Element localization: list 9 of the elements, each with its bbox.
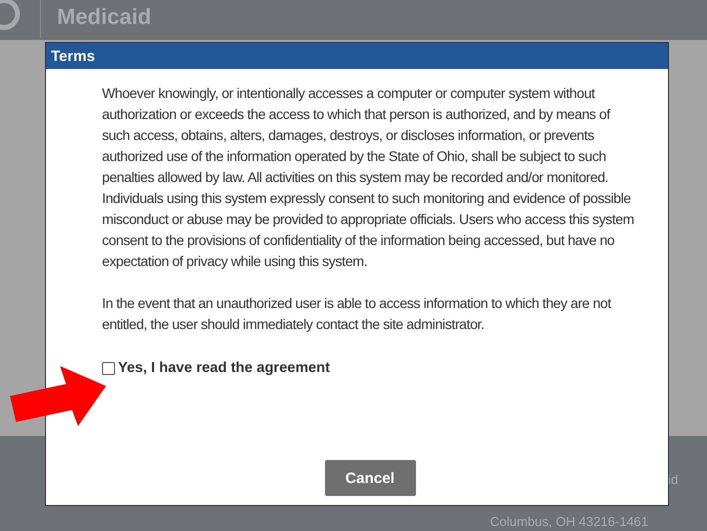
dialog-title: Terms: [51, 48, 95, 64]
footer-address-line: Columbus, OH 43216-1461: [490, 514, 648, 530]
agreement-checkbox[interactable]: [102, 362, 115, 374]
footer-text: id: [668, 472, 678, 487]
agreement-label[interactable]: Yes, I have read the agreement: [118, 360, 330, 376]
cancel-button[interactable]: Cancel: [324, 460, 416, 496]
terms-paragraph: In the event that an unauthorized user is able to access information to which they are not entitled, the user should immediately contact the site administrator.: [102, 294, 612, 334]
terms-paragraph: Whoever knowingly, or intentionally accesses a computer or computer system without authorization or exceeds the access to which that person is authorized, and by means of such access, obtains, alters, damages, destroys, or discloses information, or prevents authorized use of the information operated by the State of Ohio, shall be subject to such penalties allowed by law. All activities on this system may be recorded and/or monitored. Individuals using this system expressly consent to such monitoring and evidence of possible misconduct or abuse may be provided to appropriate officials. Users who access this system consent to the provisions of confidentiality of the information being accessed, but have no expectation of privacy while using this system.: [102, 84, 634, 271]
page-heading: Medicaid: [57, 4, 152, 30]
